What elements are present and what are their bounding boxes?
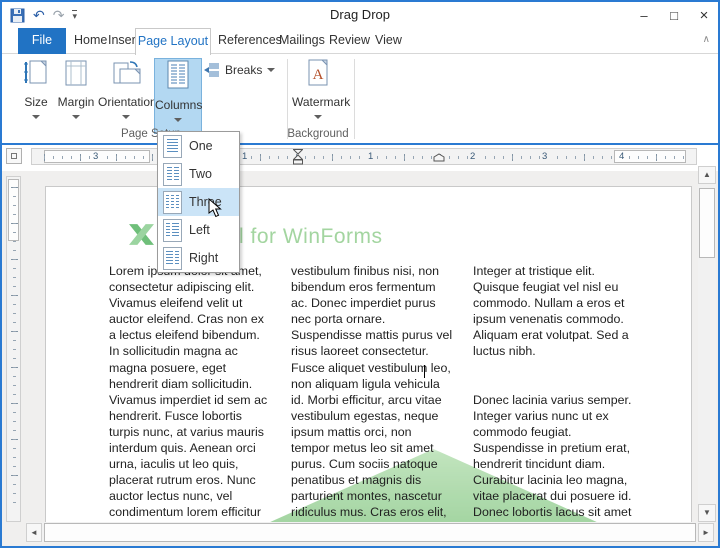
tab-home[interactable]: Home	[74, 33, 107, 47]
two-columns-icon	[163, 162, 182, 186]
three-columns-icon	[163, 190, 182, 214]
menu-item-label: Right	[189, 251, 219, 265]
tab-view[interactable]: View	[375, 33, 402, 47]
breaks-dropdown-arrow-icon	[267, 68, 276, 72]
ruler-row: 3 1 1 2 3 4	[2, 145, 718, 171]
right-indent-marker-icon[interactable]	[433, 153, 445, 162]
orientation-icon	[113, 61, 141, 84]
breaks-icon	[204, 63, 219, 77]
tab-selector-glyph	[11, 153, 17, 159]
ruler-number: 1	[240, 151, 250, 162]
columns-dropdown-menu: One Two Three Left Right	[157, 131, 240, 273]
menu-item-left[interactable]: Left	[158, 216, 239, 244]
tab-file[interactable]: File	[18, 28, 66, 54]
orientation-dropdown-arrow-icon	[122, 115, 130, 119]
vertical-scroll-thumb[interactable]	[699, 188, 715, 258]
scroll-down-button[interactable]: ▼	[698, 504, 716, 522]
ribbon-collapse-icon[interactable]: ∧	[703, 34, 710, 45]
text-caret	[424, 365, 425, 378]
right-column-icon	[163, 246, 182, 270]
margin-label: Margin	[57, 95, 95, 109]
group-separator	[354, 59, 355, 139]
brand-logo-icon	[129, 224, 154, 245]
maximize-button[interactable]: □	[666, 8, 682, 23]
group-label-page-setup: Page Setup	[120, 128, 182, 140]
tab-review[interactable]: Review	[329, 33, 370, 47]
text-column-3[interactable]: Integer at tristique elit. Quisque feugi…	[473, 263, 651, 525]
columns-icon	[167, 60, 189, 89]
text-column-2[interactable]: vestibulum finibus nisi, non bibendum er…	[291, 263, 469, 525]
columns-button[interactable]: Columns	[154, 58, 202, 134]
watermark-dropdown-arrow-icon	[314, 115, 322, 119]
ruler-number: 4	[617, 151, 627, 162]
group-separator	[287, 59, 288, 139]
scroll-up-button[interactable]: ▲	[698, 166, 716, 184]
close-button[interactable]: ×	[696, 7, 712, 24]
menu-item-label: One	[189, 139, 213, 153]
indent-marker-icon[interactable]	[293, 149, 303, 165]
group-label-background: Background	[287, 128, 349, 140]
vertical-ruler	[6, 176, 21, 522]
window-title: Drag Drop	[330, 7, 390, 22]
svg-text:A: A	[313, 67, 324, 83]
document-heading[interactable]: l for WinForms	[239, 225, 383, 249]
app-window: ↶ ↷ ▾ Drag Drop – □ × File Home Insert P…	[0, 0, 720, 548]
left-column-icon	[163, 218, 182, 242]
columns-dropdown-arrow-icon	[174, 118, 182, 122]
menu-item-label: Two	[189, 167, 212, 181]
ribbon: Size Margin Orientation Columns Breaks P…	[2, 55, 718, 143]
margin-icon	[65, 60, 87, 86]
size-icon	[24, 60, 47, 84]
titlebar: ↶ ↷ ▾ Drag Drop – □ ×	[2, 2, 718, 28]
orientation-label: Orientation	[98, 95, 157, 109]
minimize-button[interactable]: –	[636, 8, 652, 23]
menu-item-three[interactable]: Three	[158, 188, 239, 216]
ruler-number: 2	[468, 151, 478, 162]
menu-item-two[interactable]: Two	[158, 160, 239, 188]
margin-dropdown-arrow-icon	[72, 115, 80, 119]
horizontal-scrollbar[interactable]: ◄ ►	[26, 522, 714, 543]
ruler-minor-ticks	[44, 156, 684, 159]
menu-item-label: Left	[189, 223, 210, 237]
size-button[interactable]: Size	[18, 58, 54, 134]
orientation-button[interactable]: Orientation	[98, 58, 157, 134]
ruler-number: 1	[366, 151, 376, 162]
ribbon-tab-row: File Home Insert Page Layout References …	[2, 28, 718, 55]
scroll-left-button[interactable]: ◄	[26, 523, 42, 542]
mouse-cursor-icon	[208, 198, 222, 218]
watermark-button[interactable]: A Watermark	[292, 58, 351, 134]
window-controls: – □ ×	[636, 4, 712, 26]
document-area: l for WinForms Lorem ipsum dolor sit ame…	[2, 171, 718, 546]
size-label: Size	[24, 95, 48, 109]
tab-references[interactable]: References	[218, 33, 282, 47]
vruler-minor-ticks	[13, 187, 16, 511]
scroll-right-button[interactable]: ►	[698, 523, 714, 542]
horizontal-scroll-thumb[interactable]	[44, 523, 696, 542]
columns-label: Columns	[155, 98, 203, 112]
horizontal-ruler: 3 1 1 2 3 4	[31, 148, 697, 165]
menu-item-one[interactable]: One	[158, 132, 239, 160]
watermark-icon: A	[308, 59, 328, 86]
menu-item-right[interactable]: Right	[158, 244, 239, 272]
tab-page-layout[interactable]: Page Layout	[135, 28, 211, 55]
breaks-button[interactable]: Breaks	[204, 61, 276, 79]
watermark-label: Watermark	[292, 95, 351, 109]
breaks-label: Breaks	[225, 63, 263, 77]
tab-selector-button[interactable]	[6, 148, 22, 164]
ruler-number: 3	[91, 151, 101, 162]
one-column-icon	[163, 134, 182, 158]
document-page[interactable]: l for WinForms Lorem ipsum dolor sit ame…	[45, 186, 692, 526]
size-dropdown-arrow-icon	[32, 115, 40, 119]
vertical-scrollbar[interactable]: ▲ ▼	[698, 166, 716, 522]
text-column-1[interactable]: Lorem ipsum dolor sit amet, consectetur …	[109, 263, 287, 525]
tab-mailings[interactable]: Mailings	[279, 33, 325, 47]
margin-button[interactable]: Margin	[56, 58, 96, 134]
ruler-number: 3	[540, 151, 550, 162]
